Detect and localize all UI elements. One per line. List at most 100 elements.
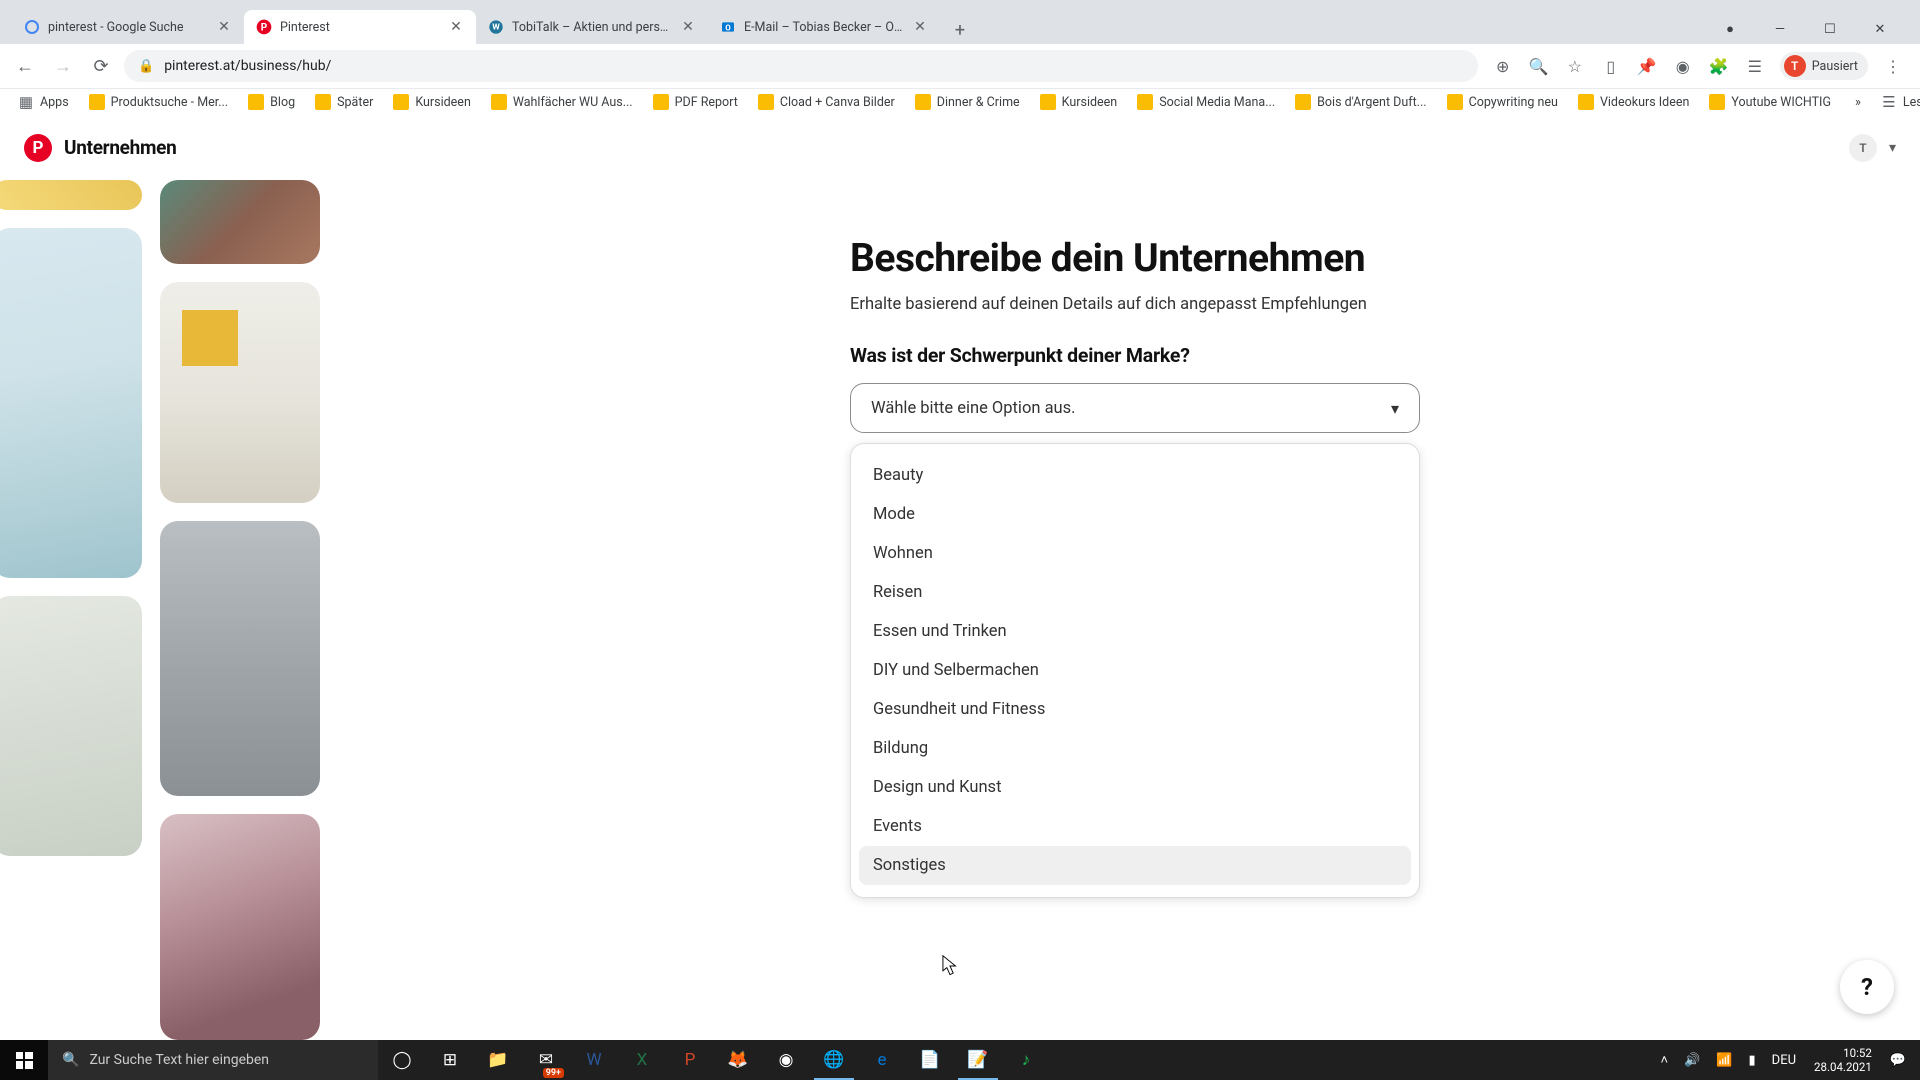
powerpoint-icon[interactable]: P: [666, 1040, 714, 1080]
language-indicator[interactable]: DEU: [1766, 1040, 1802, 1080]
notepad-icon[interactable]: 📄: [906, 1040, 954, 1080]
bookmark-label: Copywriting neu: [1469, 95, 1558, 110]
bookmark-kursideen[interactable]: Kursideen: [385, 90, 479, 114]
close-icon[interactable]: ✕: [680, 19, 696, 35]
extensions-puzzle-icon[interactable]: 🧩: [1708, 55, 1730, 77]
bookmark-bois-argent[interactable]: Bois d'Argent Duft...: [1287, 90, 1434, 114]
cortana-icon[interactable]: ◯: [378, 1040, 426, 1080]
obs-icon[interactable]: ◉: [762, 1040, 810, 1080]
spotify-icon[interactable]: ♪: [1002, 1040, 1050, 1080]
tab-tobitalk[interactable]: W TobiTalk – Aktien und persönlich... ✕: [476, 10, 708, 44]
folder-icon: [915, 94, 931, 110]
tab-outlook[interactable]: O E-Mail – Tobias Becker – Outlook ✕: [708, 10, 940, 44]
install-app-icon[interactable]: ⊕: [1492, 55, 1514, 77]
extension-grammarly-icon[interactable]: ◉: [1672, 55, 1694, 77]
battery-icon[interactable]: ▮: [1743, 1040, 1762, 1080]
bookmark-cload-canva[interactable]: Cload + Canva Bilder: [750, 90, 903, 114]
option-essen-trinken[interactable]: Essen und Trinken: [859, 612, 1411, 651]
pinterest-icon: P: [256, 19, 272, 35]
star-icon[interactable]: ☆: [1564, 55, 1586, 77]
option-events[interactable]: Events: [859, 807, 1411, 846]
url-text: pinterest.at/business/hub/: [164, 58, 331, 74]
excel-icon[interactable]: X: [618, 1040, 666, 1080]
file-explorer-icon[interactable]: 📁: [474, 1040, 522, 1080]
search-placeholder: Zur Suche Text hier eingeben: [89, 1052, 269, 1068]
bookmark-youtube[interactable]: Youtube WICHTIG: [1701, 90, 1839, 114]
option-reisen[interactable]: Reisen: [859, 573, 1411, 612]
bookmark-label: Später: [337, 95, 373, 110]
firefox-icon[interactable]: 🦊: [714, 1040, 762, 1080]
zoom-icon[interactable]: 🔍: [1528, 55, 1550, 77]
forward-button[interactable]: →: [48, 51, 78, 81]
reading-list-icon[interactable]: ☰: [1744, 55, 1766, 77]
tab-pinterest[interactable]: P Pinterest ✕: [244, 10, 476, 44]
bookmark-label: Wahlfächer WU Aus...: [513, 95, 633, 110]
bookmark-wahlfaecher[interactable]: Wahlfächer WU Aus...: [483, 90, 641, 114]
wordpad-icon[interactable]: 📝: [954, 1040, 1002, 1080]
account-dot-icon[interactable]: ●: [1708, 14, 1752, 44]
search-icon: 🔍: [62, 1052, 79, 1068]
tab-google-search[interactable]: pinterest - Google Suche ✕: [12, 10, 244, 44]
chevron-down-icon[interactable]: ▾: [1889, 140, 1896, 156]
collage-image: [0, 596, 142, 856]
profile-chip[interactable]: T Pausiert: [1780, 52, 1868, 80]
back-button[interactable]: ←: [10, 51, 40, 81]
bookmark-kursideen-2[interactable]: Kursideen: [1032, 90, 1126, 114]
option-wohnen[interactable]: Wohnen: [859, 534, 1411, 573]
bookmark-label: PDF Report: [675, 95, 738, 110]
word-icon[interactable]: W: [570, 1040, 618, 1080]
close-icon[interactable]: ✕: [912, 19, 928, 35]
option-gesundheit[interactable]: Gesundheit und Fitness: [859, 690, 1411, 729]
mail-icon[interactable]: ✉99+: [522, 1040, 570, 1080]
bookmark-spaeter[interactable]: Später: [307, 90, 381, 114]
help-button[interactable]: ?: [1840, 960, 1894, 1014]
brand-focus-select[interactable]: Wähle bitte eine Option aus. ▾: [850, 383, 1420, 433]
folder-icon: [1295, 94, 1311, 110]
reader-icon[interactable]: ▯: [1600, 55, 1622, 77]
bookmark-overflow[interactable]: »: [1847, 90, 1869, 114]
start-button[interactable]: [0, 1040, 48, 1080]
taskbar-clock[interactable]: 10:52 28.04.2021: [1806, 1046, 1880, 1075]
option-sonstiges[interactable]: Sonstiges: [859, 846, 1411, 885]
edge-icon[interactable]: e: [858, 1040, 906, 1080]
action-center-icon[interactable]: 💬: [1884, 1040, 1912, 1080]
option-diy[interactable]: DIY und Selbermachen: [859, 651, 1411, 690]
bookmark-copywriting[interactable]: Copywriting neu: [1439, 90, 1566, 114]
new-tab-button[interactable]: +: [946, 16, 974, 44]
bookmark-social-media[interactable]: Social Media Mana...: [1129, 90, 1283, 114]
mouse-cursor-icon: [942, 955, 958, 977]
option-bildung[interactable]: Bildung: [859, 729, 1411, 768]
reading-list-button[interactable]: ☰Leseliste: [1873, 90, 1920, 114]
tray-overflow-icon[interactable]: ˄: [1655, 1040, 1675, 1080]
clock-time: 10:52: [1843, 1046, 1872, 1060]
kebab-menu-icon[interactable]: ⋮: [1882, 55, 1904, 77]
bookmark-produktsuche[interactable]: Produktsuche - Mer...: [81, 90, 236, 114]
task-view-icon[interactable]: ⊞: [426, 1040, 474, 1080]
close-window-button[interactable]: ✕: [1858, 14, 1902, 44]
extension-pin-icon[interactable]: 📌: [1636, 55, 1658, 77]
bookmark-pdf-report[interactable]: PDF Report: [645, 90, 746, 114]
chrome-icon[interactable]: 🌐: [810, 1040, 858, 1080]
address-bar[interactable]: 🔒 pinterest.at/business/hub/: [124, 50, 1478, 82]
reload-button[interactable]: ⟳: [86, 51, 116, 81]
bookmark-apps[interactable]: ▦Apps: [10, 90, 77, 114]
bookmark-blog[interactable]: Blog: [240, 90, 303, 114]
folder-icon: [89, 94, 105, 110]
wifi-icon[interactable]: 📶: [1710, 1040, 1738, 1080]
volume-icon[interactable]: 🔊: [1678, 1040, 1706, 1080]
close-icon[interactable]: ✕: [448, 19, 464, 35]
bookmark-videokurs[interactable]: Videokurs Ideen: [1570, 90, 1697, 114]
option-design-kunst[interactable]: Design und Kunst: [859, 768, 1411, 807]
list-icon: ☰: [1881, 94, 1897, 110]
option-mode[interactable]: Mode: [859, 495, 1411, 534]
close-icon[interactable]: ✕: [216, 19, 232, 35]
taskbar-search[interactable]: 🔍 Zur Suche Text hier eingeben: [48, 1040, 378, 1080]
bookmark-dinner-crime[interactable]: Dinner & Crime: [907, 90, 1028, 114]
maximize-button[interactable]: ☐: [1808, 14, 1852, 44]
option-beauty[interactable]: Beauty: [859, 456, 1411, 495]
pinterest-logo-icon[interactable]: P: [24, 134, 52, 162]
image-collage: [0, 180, 360, 1040]
minimize-button[interactable]: —: [1758, 14, 1802, 44]
user-avatar[interactable]: T: [1849, 134, 1877, 162]
svg-text:W: W: [492, 23, 500, 33]
